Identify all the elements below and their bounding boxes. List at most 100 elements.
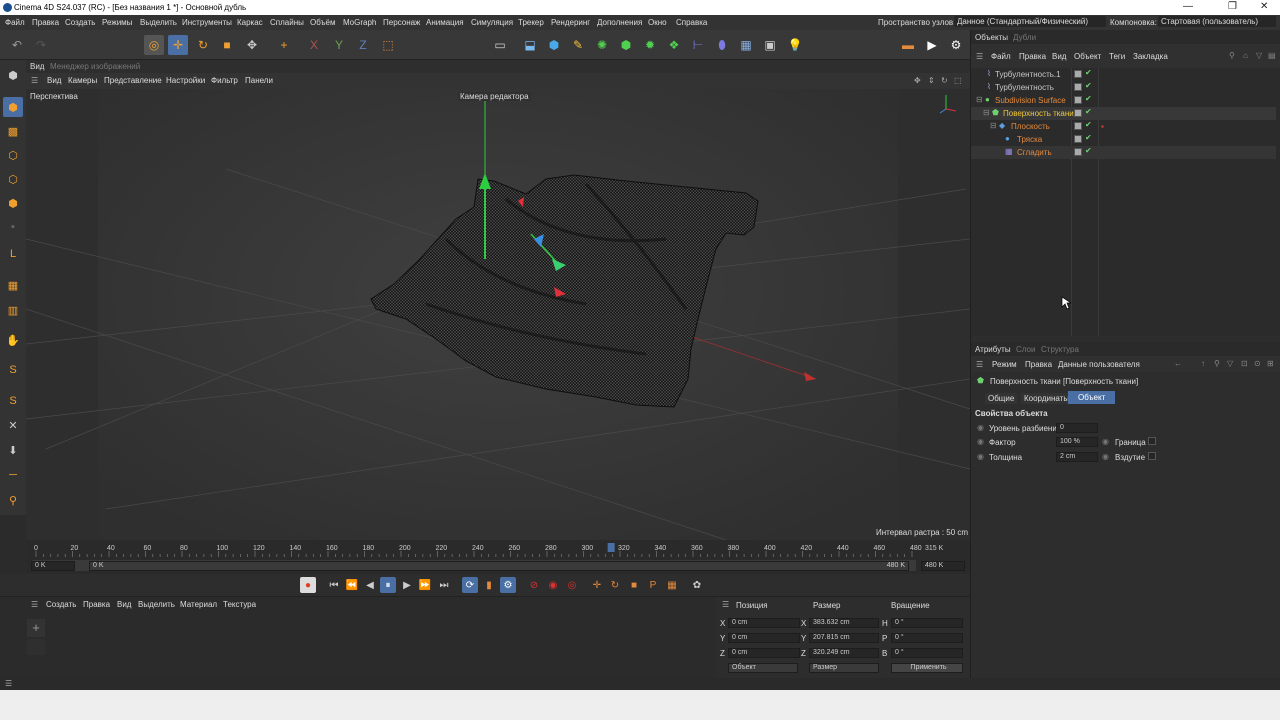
visibility-toggle[interactable] bbox=[1074, 70, 1082, 78]
object-name[interactable]: Сгладить bbox=[1017, 148, 1052, 157]
objects-more-icon[interactable]: ▤ bbox=[1268, 51, 1276, 60]
minimize-button[interactable]: — bbox=[1183, 1, 1193, 12]
snap-icon[interactable]: ▥ bbox=[3, 300, 23, 320]
light-icon[interactable]: 💡 bbox=[785, 35, 805, 55]
viewport-menu-cameras[interactable]: Камеры bbox=[68, 76, 97, 85]
enabled-check-icon[interactable]: ✔ bbox=[1085, 146, 1092, 155]
attributes-menu-mode[interactable]: Режим bbox=[992, 360, 1017, 369]
material-slot[interactable] bbox=[27, 639, 45, 655]
collapse-icon[interactable]: ⊟ bbox=[983, 108, 990, 117]
floor-icon[interactable]: ▦ bbox=[736, 35, 756, 55]
menu-tracker[interactable]: Трекер bbox=[518, 18, 544, 27]
object-row[interactable]: ⌇ Турбулентность.1 ✔ bbox=[971, 68, 1276, 81]
menu-splines[interactable]: Сплайны bbox=[270, 18, 304, 27]
live-select-icon[interactable]: ◎ bbox=[144, 35, 164, 55]
viewport-menu-options[interactable]: Настройки bbox=[166, 76, 205, 85]
enabled-check-icon[interactable]: ✔ bbox=[1085, 94, 1092, 103]
current-frame-field[interactable]: 315 K bbox=[922, 545, 964, 555]
prev-frame-icon[interactable]: ◀ bbox=[362, 577, 378, 593]
visibility-toggle[interactable] bbox=[1074, 83, 1082, 91]
lock-workplane-icon[interactable]: ⚲ bbox=[3, 490, 23, 510]
enabled-check-icon[interactable]: ✔ bbox=[1085, 120, 1092, 129]
attributes-hamburger-icon[interactable]: ☰ bbox=[976, 360, 983, 369]
param-key-dot-icon[interactable]: ◉ bbox=[1102, 437, 1109, 446]
model-mode-icon[interactable]: ⬢ bbox=[3, 97, 23, 117]
menu-volume[interactable]: Объём bbox=[310, 18, 336, 27]
timeline[interactable]: 0 20 40 60 80 100 120 140 160 180 200 220 240 260 280 3… bbox=[26, 540, 970, 574]
workplane-icon[interactable]: ▦ bbox=[3, 275, 23, 295]
visibility-toggle[interactable] bbox=[1074, 122, 1082, 130]
close-button[interactable]: ✕ bbox=[1260, 1, 1268, 12]
size-y-field[interactable]: 207.815 cm bbox=[809, 633, 879, 643]
cube-icon[interactable]: ⬢ bbox=[544, 35, 564, 55]
menu-modes[interactable]: Режимы bbox=[102, 18, 132, 27]
param-key-dot-icon[interactable]: ◉ bbox=[1102, 452, 1109, 461]
param-key-dot-icon[interactable]: ◉ bbox=[977, 452, 984, 461]
start-frame-field[interactable]: 0 K bbox=[31, 561, 75, 571]
cloner-icon[interactable]: ✹ bbox=[640, 35, 660, 55]
z-axis-icon[interactable]: Z bbox=[353, 35, 373, 55]
material-menu-view[interactable]: Вид bbox=[117, 600, 131, 609]
rot-h-field[interactable]: 0 ° bbox=[891, 618, 963, 628]
keyframe-icon[interactable]: ● bbox=[300, 577, 316, 593]
menu-file[interactable]: Файл bbox=[5, 18, 25, 27]
up-arrow-icon[interactable]: ↑ bbox=[1201, 359, 1205, 368]
guide-icon[interactable]: ─ bbox=[3, 465, 23, 485]
uv-mode-icon[interactable]: ▪ bbox=[3, 217, 23, 237]
material-hamburger-icon[interactable]: ☰ bbox=[31, 600, 38, 609]
playhead[interactable] bbox=[607, 543, 615, 552]
subtab-coordinates[interactable]: Координаты bbox=[1021, 393, 1073, 404]
enabled-check-icon[interactable]: ✔ bbox=[1085, 68, 1092, 77]
attr-search-icon[interactable]: ⚲ bbox=[1214, 359, 1220, 368]
pos-y-field[interactable]: 0 cm bbox=[728, 633, 800, 643]
material-menu-material[interactable]: Материал bbox=[180, 600, 217, 609]
menu-simulation[interactable]: Симуляция bbox=[471, 18, 513, 27]
viewport-menu-filter[interactable]: Фильтр bbox=[211, 76, 238, 85]
object-row-selected[interactable]: ⊟ ⬟ Поверхность ткани ✔ bbox=[971, 107, 1276, 120]
keyframe-selection-icon[interactable]: ◎ bbox=[564, 577, 580, 593]
edge-mode-icon[interactable]: ⬡ bbox=[3, 169, 23, 189]
objects-search-icon[interactable]: ⚲ bbox=[1229, 51, 1235, 60]
rotation-key-icon[interactable]: ↻ bbox=[607, 577, 623, 593]
viewport-3d[interactable]: Перспектива Камера редактора Интервал ра… bbox=[26, 89, 970, 540]
x-axis-icon[interactable]: X bbox=[304, 35, 324, 55]
pos-z-field[interactable]: 0 cm bbox=[728, 648, 800, 658]
object-row[interactable]: ⊟ ● Subdivision Surface ✔ bbox=[971, 94, 1276, 107]
visibility-toggle[interactable] bbox=[1074, 96, 1082, 104]
material-menu-create[interactable]: Создать bbox=[46, 600, 76, 609]
material-menu-select[interactable]: Выделить bbox=[138, 600, 175, 609]
redo-icon[interactable]: ↷ bbox=[31, 35, 51, 55]
enabled-check-icon[interactable]: ✔ bbox=[1085, 107, 1092, 116]
objects-filter-icon[interactable]: ▽ bbox=[1256, 51, 1262, 60]
viewport-zoom-icon[interactable]: ⇕ bbox=[928, 76, 935, 85]
visibility-toggle[interactable] bbox=[1074, 135, 1082, 143]
polygon-mode-icon[interactable]: ⬢ bbox=[3, 193, 23, 213]
position-key-icon[interactable]: ✛ bbox=[589, 577, 605, 593]
node-space-dropdown[interactable]: Данное (Стандартный/Физический) bbox=[954, 16, 1107, 27]
locked-icon[interactable]: ⬇ bbox=[3, 440, 23, 460]
coord-mode-dropdown[interactable]: Объект bbox=[728, 663, 798, 673]
subtab-object[interactable]: Объект bbox=[1068, 391, 1116, 404]
menu-character[interactable]: Персонаж bbox=[383, 18, 420, 27]
camera-label[interactable]: Камера редактора bbox=[458, 92, 531, 101]
object-name[interactable]: Турбулентность bbox=[995, 83, 1054, 92]
object-row[interactable]: ⌇ Турбулентность ✔ bbox=[971, 81, 1276, 94]
size-mode-dropdown[interactable]: Размер bbox=[809, 663, 879, 673]
pen-icon[interactable]: ✎ bbox=[568, 35, 588, 55]
back-arrow-icon[interactable]: ← bbox=[1174, 359, 1182, 368]
go-to-end-icon[interactable]: ⏭ bbox=[436, 577, 452, 593]
loop-icon[interactable]: ⟳ bbox=[462, 577, 478, 593]
viewport-move-icon[interactable]: ✥ bbox=[914, 76, 921, 85]
pos-x-field[interactable]: 0 cm bbox=[728, 618, 800, 628]
collapse-icon[interactable]: ⊟ bbox=[976, 95, 983, 104]
status-hamburger-icon[interactable]: ☰ bbox=[5, 679, 12, 688]
tab-picture-viewer[interactable]: Менеджер изображений bbox=[50, 62, 140, 71]
viewport-rotate-icon[interactable]: ↻ bbox=[941, 76, 948, 85]
border-checkbox[interactable] bbox=[1148, 437, 1156, 445]
texture-mode-icon[interactable]: ▩ bbox=[3, 121, 23, 141]
objects-menu-view[interactable]: Вид bbox=[1052, 52, 1066, 61]
maximize-button[interactable]: ❐ bbox=[1228, 1, 1237, 12]
solo-icon[interactable]: S bbox=[3, 360, 23, 380]
subtab-basic[interactable]: Общие bbox=[985, 393, 1018, 404]
object-row[interactable]: ● Тряска ✔ bbox=[971, 133, 1276, 146]
